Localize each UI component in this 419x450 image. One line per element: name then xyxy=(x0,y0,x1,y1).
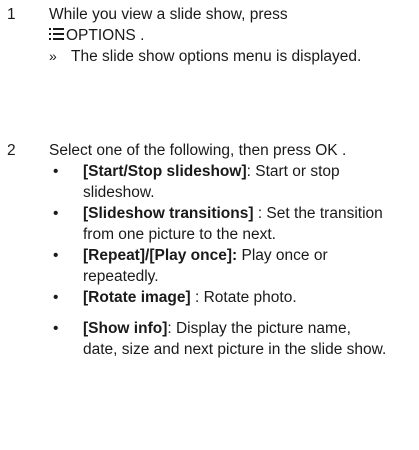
menu-lines-icon xyxy=(49,28,64,40)
option-term: [Show info] xyxy=(83,320,168,337)
bullet: • xyxy=(53,247,59,264)
step-body: Select one of the following, then press … xyxy=(49,140,389,360)
options-list: • [Start/Stop slideshow]: Start or stop … xyxy=(49,161,389,360)
step-result: » The slide show options menu is display… xyxy=(49,46,389,67)
options-key-label: OPTIONS . xyxy=(66,27,145,44)
bullet: • xyxy=(53,289,59,306)
spacer xyxy=(49,308,389,318)
list-item: • [Repeat]/[Play once]: Play once or rep… xyxy=(49,245,389,287)
step-number: 2 xyxy=(7,142,16,159)
step-number: 1 xyxy=(7,6,16,23)
list-item: • [Slideshow transitions] : Set the tran… xyxy=(49,203,389,245)
step-instruction: Select one of the following, then press … xyxy=(49,142,347,159)
step-text: While you view a slide show, press xyxy=(49,6,288,23)
option-term: [Repeat]/[Play once]: xyxy=(83,247,238,264)
option-desc: : Rotate photo. xyxy=(190,289,297,306)
list-item: • [Rotate image] : Rotate photo. xyxy=(49,287,389,308)
option-term: [Slideshow transitions] xyxy=(83,205,254,222)
result-text: The slide show options menu is displayed… xyxy=(71,48,362,65)
step-instruction: While you view a slide show, press OPTIO… xyxy=(49,4,389,46)
bullet: • xyxy=(53,205,59,222)
list-item: • [Show info]: Display the picture name,… xyxy=(49,318,389,360)
step-body: While you view a slide show, press OPTIO… xyxy=(49,4,389,67)
bullet: • xyxy=(53,163,59,180)
option-term: [Rotate image] xyxy=(83,289,191,306)
result-marker: » xyxy=(49,48,57,64)
bullet: • xyxy=(53,320,59,337)
list-item: • [Start/Stop slideshow]: Start or stop … xyxy=(49,161,389,203)
option-term: [Start/Stop slideshow] xyxy=(83,163,247,180)
